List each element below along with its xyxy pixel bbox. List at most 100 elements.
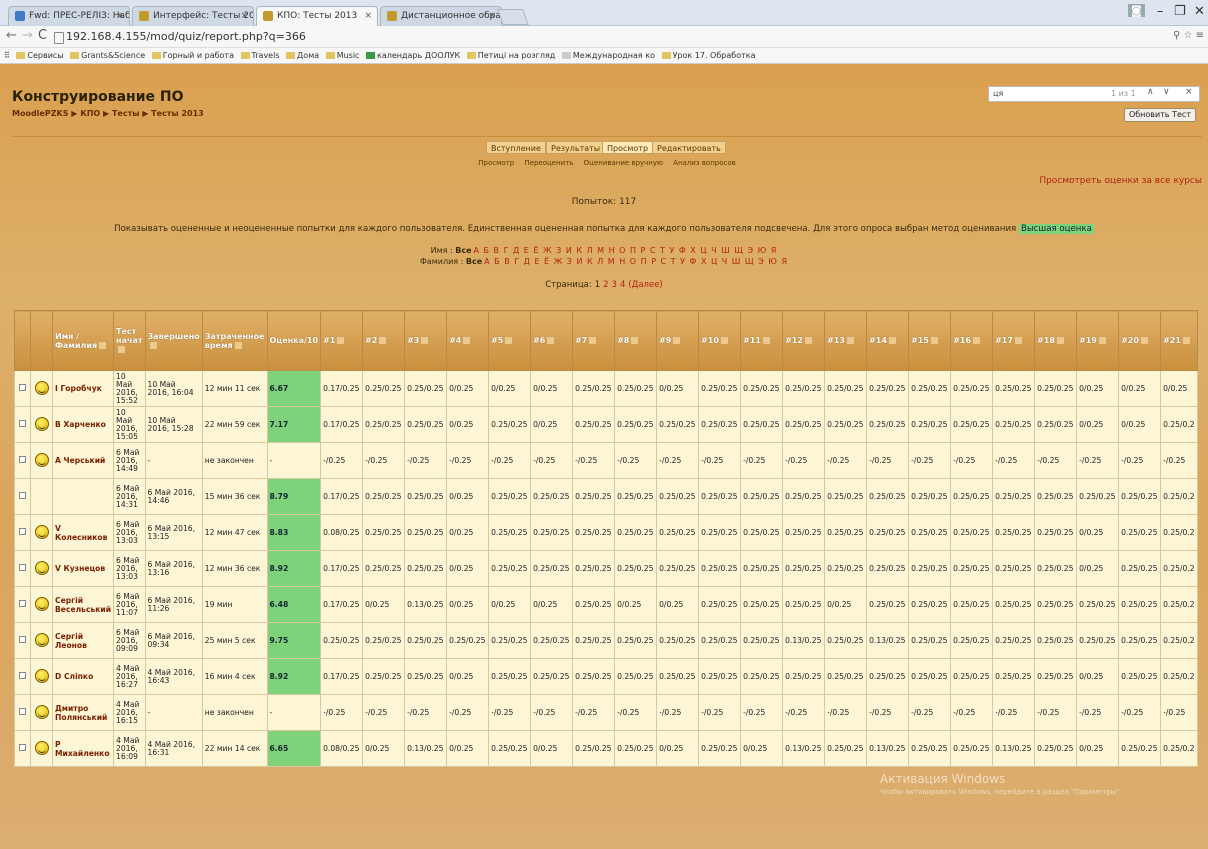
question-score[interactable]: 0.25/0.25 — [782, 550, 826, 587]
bookmark-item[interactable]: Урок 17. Обработка — [661, 48, 755, 63]
close-tab-icon[interactable]: × — [488, 7, 496, 25]
question-score[interactable]: 0.25/0.25 — [698, 586, 742, 623]
question-score[interactable]: 0.25/0.25 — [698, 658, 742, 695]
row-checkbox-cell[interactable] — [14, 478, 31, 515]
filter-all[interactable]: Все — [455, 246, 471, 255]
question-score[interactable]: 0.25/0.25 — [572, 730, 616, 767]
row-checkbox[interactable] — [19, 564, 26, 571]
student-name[interactable]: V Колесников — [51, 514, 115, 551]
question-score[interactable]: -/0.25 — [572, 442, 616, 479]
question-score[interactable]: 0.25/0.25 — [908, 550, 952, 587]
question-score[interactable]: 0.25/0.25 — [614, 550, 658, 587]
question-score[interactable]: 0/0.25 — [1076, 550, 1120, 587]
column-header[interactable]: #16 — [950, 310, 994, 371]
question-score[interactable]: 0.25/0.25 — [698, 730, 742, 767]
question-score[interactable]: 0.25/0.25 — [572, 370, 616, 407]
sort-icon[interactable] — [1014, 337, 1022, 344]
question-score[interactable]: 0/0.25 — [656, 370, 700, 407]
row-checkbox[interactable] — [19, 672, 26, 679]
question-score[interactable]: 0/0.25 — [488, 370, 532, 407]
started-date[interactable]: 10 Май 2016, 15:52 — [113, 370, 146, 407]
question-score[interactable]: 0.25/0.25 — [572, 406, 616, 443]
question-score[interactable]: 0.25/0.25 — [992, 478, 1036, 515]
question-score[interactable]: 0.25/0.25 — [782, 586, 826, 623]
question-score[interactable]: 0.25/0.25 — [908, 514, 952, 551]
refresh-test-button[interactable]: Обновить Тест — [1123, 108, 1196, 122]
question-score[interactable]: -/0.25 — [446, 442, 490, 479]
grade-cell[interactable]: 7.17 — [266, 406, 322, 443]
question-score[interactable]: 0/0.25 — [362, 586, 406, 623]
browser-tab[interactable]: Fwd: ПРЕС-РЕЛІЗ: Набо × — [8, 6, 130, 26]
question-score[interactable]: 0.25/0.25 — [908, 730, 952, 767]
grade-cell[interactable]: 8.92 — [266, 658, 322, 695]
question-score[interactable]: 0.25/0.25 — [1034, 658, 1078, 695]
column-header[interactable]: #12 — [782, 310, 826, 371]
question-score[interactable]: -/0.25 — [572, 694, 616, 731]
close-tab-icon[interactable]: × — [364, 7, 372, 25]
question-score[interactable]: 0.25/0.25 — [908, 478, 952, 515]
question-score[interactable]: -/0.25 — [950, 442, 994, 479]
question-score[interactable]: 0/0.25 — [656, 586, 700, 623]
row-checkbox-cell[interactable] — [14, 406, 31, 443]
row-checkbox-cell[interactable] — [14, 514, 31, 551]
column-header[interactable]: #11 — [740, 310, 784, 371]
row-checkbox-cell[interactable] — [14, 370, 31, 407]
question-score[interactable]: 0.25/0.25 — [572, 586, 616, 623]
column-header[interactable]: #20 — [1118, 310, 1162, 371]
tab-results[interactable]: Результаты — [546, 141, 606, 154]
question-score[interactable]: 0.25/0.25 — [614, 514, 658, 551]
started-date[interactable]: 4 Май 2016, 16:09 — [113, 730, 146, 767]
column-header[interactable]: #19 — [1076, 310, 1120, 371]
apps-icon[interactable]: ⠿ — [4, 48, 10, 63]
question-score[interactable]: 0/0.25 — [530, 730, 574, 767]
close-tab-icon[interactable]: × — [116, 7, 124, 25]
question-score[interactable]: -/0.25 — [320, 442, 364, 479]
column-header[interactable]: Затраченное время — [201, 310, 268, 371]
column-header[interactable]: #18 — [1034, 310, 1078, 371]
sort-icon[interactable] — [589, 337, 597, 344]
question-score[interactable]: 0/0.25 — [446, 658, 490, 695]
question-score[interactable]: 0/0.25 — [1076, 514, 1120, 551]
started-date[interactable]: 6 Май 2016, 11:07 — [113, 586, 146, 623]
started-date[interactable]: 6 Май 2016, 14:49 — [113, 442, 146, 479]
question-score[interactable]: 0.25/0.25 — [1118, 514, 1162, 551]
url-input[interactable]: 192.168.4.155/mod/quiz/report.php?q=366 — [52, 28, 1162, 45]
row-checkbox-cell[interactable] — [14, 622, 31, 659]
question-score[interactable]: 0/0.25 — [530, 370, 574, 407]
find-input[interactable]: ця — [993, 89, 1003, 98]
question-score[interactable]: 0.25/0.25 — [572, 658, 616, 695]
question-score[interactable]: 0.25/0.25 — [530, 514, 574, 551]
row-checkbox[interactable] — [19, 528, 26, 535]
question-score[interactable]: -/0.25 — [1118, 442, 1162, 479]
grade-cell[interactable]: 8.83 — [266, 514, 322, 551]
column-header[interactable]: #7 — [572, 310, 616, 371]
column-header[interactable]: #14 — [866, 310, 910, 371]
question-score[interactable]: 0.25/0.25 — [1034, 370, 1078, 407]
question-score[interactable]: 0.25/0.25 — [1034, 406, 1078, 443]
find-bar[interactable]: ця 1 из 1 ∧ ∨ × — [988, 86, 1200, 102]
question-score[interactable]: 0.25/0.25 — [992, 406, 1036, 443]
question-score[interactable]: 0.25/0.25 — [740, 514, 784, 551]
question-score[interactable]: 0.25/0.25 — [530, 550, 574, 587]
column-header[interactable]: #10 — [698, 310, 742, 371]
column-header[interactable]: #6 — [530, 310, 574, 371]
question-score[interactable]: 0.25/0.25 — [992, 586, 1036, 623]
question-score[interactable]: 0.25/0.25 — [1034, 622, 1078, 659]
question-score[interactable]: 0.25/0.25 — [824, 478, 868, 515]
question-score[interactable]: 0.25/0.25 — [950, 622, 994, 659]
avatar-smiley-icon[interactable] — [34, 380, 49, 395]
find-prev-icon[interactable]: ∧ — [1147, 87, 1154, 97]
sort-icon[interactable] — [930, 337, 938, 344]
question-score[interactable]: 0.25/0.25 — [362, 550, 406, 587]
sort-icon[interactable] — [337, 337, 345, 344]
started-date[interactable]: 4 Май 2016, 16:15 — [113, 694, 146, 731]
question-score[interactable]: 0/0.25 — [488, 586, 532, 623]
question-score[interactable]: 0.25/0.25 — [1076, 478, 1120, 515]
question-score[interactable]: 0.25/0.25 — [824, 730, 868, 767]
avatar-smiley-icon[interactable] — [34, 452, 49, 467]
question-score[interactable]: 0.25/0.25 — [1076, 586, 1120, 623]
grade-cell[interactable]: 6.67 — [266, 370, 322, 407]
question-score[interactable]: 0.13/0.25 — [404, 730, 448, 767]
letter-links[interactable]: А Б В Г Д Е Ё Ж З И К Л М Н О П Р С Т У … — [474, 246, 778, 255]
browser-tab[interactable]: Интерфейс: Тесты 2013× — [132, 6, 254, 26]
